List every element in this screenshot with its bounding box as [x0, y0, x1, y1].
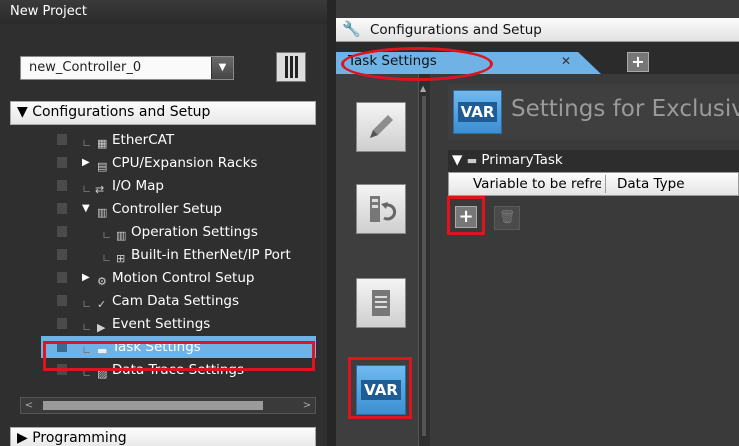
- tree-item-motion-control[interactable]: ▶ ⚙ Motion Control Setup: [10, 267, 316, 289]
- tree-item-ethernet-ip-port[interactable]: ∟ ⊞ Built-in EtherNet/IP Port: [10, 244, 316, 266]
- highlight-var-button: [348, 357, 412, 419]
- column-data-type[interactable]: Data Type: [617, 176, 685, 192]
- var-icon-large: VAR: [453, 90, 502, 134]
- tree-item-operation-settings[interactable]: ∟ ▥ Operation Settings: [10, 221, 316, 243]
- scroll-left-icon[interactable]: <: [21, 398, 37, 413]
- tree-item-cpu-racks[interactable]: ▶ ▤ CPU/Expansion Racks: [10, 152, 316, 174]
- controller-select[interactable]: new_Controller_0 ▼: [20, 56, 234, 80]
- table-header: Variable to be refreshed Data Type: [448, 172, 739, 196]
- pencil-icon: [370, 115, 393, 138]
- section-config[interactable]: ▼ Configurations and Setup: [10, 101, 316, 125]
- edit-tool-button[interactable]: [356, 102, 406, 152]
- tree-item-cam-data[interactable]: ∟ ✓ Cam Data Settings: [10, 290, 316, 312]
- controller-select-value: new_Controller_0: [29, 60, 142, 75]
- wrench-icon: 🔧: [342, 20, 361, 38]
- highlight-task-settings: [43, 341, 315, 371]
- collapse-arrow-icon[interactable]: ▼: [82, 198, 90, 220]
- project-title: New Project: [0, 0, 327, 24]
- pane-splitter[interactable]: [327, 0, 336, 446]
- transfer-icon: [370, 196, 397, 222]
- section-programming-label: Programming: [32, 430, 127, 446]
- expand-arrow-icon[interactable]: ▶: [82, 152, 90, 174]
- project-pane: New Project new_Controller_0 ▼ ▼ Configu…: [0, 0, 327, 446]
- controller-row: new_Controller_0 ▼: [0, 40, 327, 92]
- expand-arrow-icon: ▶: [17, 430, 33, 446]
- collapse-arrow-icon[interactable]: ▼: [452, 152, 462, 168]
- list-tool-button[interactable]: [356, 278, 406, 328]
- scroll-right-icon[interactable]: >: [299, 398, 315, 413]
- expand-arrow-icon[interactable]: ▶: [82, 267, 90, 289]
- add-tab-button[interactable]: +: [627, 52, 649, 72]
- panel-heading: Settings for Exclusive: [511, 96, 739, 122]
- tree-item-ethercat[interactable]: ∟ ▦ EtherCAT: [10, 129, 316, 151]
- controller-icon[interactable]: [276, 52, 306, 82]
- document-list-icon: [372, 290, 390, 316]
- scroll-up-icon[interactable]: ▲: [420, 84, 429, 96]
- group-primarytask[interactable]: ▼ ▬ PrimaryTask: [448, 150, 739, 172]
- folder-icon: ▬: [466, 154, 478, 167]
- close-icon[interactable]: ✕: [561, 54, 571, 68]
- tree-item-io-map[interactable]: ∟ ⇄ I/O Map: [10, 175, 316, 197]
- group-label: PrimaryTask: [481, 152, 563, 168]
- tree-item-event-settings[interactable]: ∟ ▶ Event Settings: [10, 313, 316, 335]
- vertical-scrollbar[interactable]: ▲: [418, 74, 430, 446]
- tree-item-controller-setup[interactable]: ▼ ▥ Controller Setup: [10, 198, 316, 220]
- chevron-down-icon[interactable]: ▼: [211, 57, 233, 79]
- transfer-tool-button[interactable]: [356, 184, 406, 234]
- highlight-add-button: [447, 196, 485, 235]
- column-variable[interactable]: Variable to be refreshed: [473, 176, 601, 192]
- section-programming[interactable]: ▶ Programming: [10, 427, 316, 446]
- section-config-label: Configurations and Setup: [32, 104, 211, 120]
- horizontal-scrollbar[interactable]: < >: [20, 397, 316, 414]
- scroll-thumb[interactable]: [43, 401, 263, 410]
- editor-title-bar: 🔧 Configurations and Setup: [336, 18, 739, 42]
- expand-arrow-icon: ▼: [17, 104, 33, 120]
- highlight-tab: [341, 47, 493, 81]
- editor-title: Configurations and Setup: [370, 22, 542, 38]
- delete-variable-button[interactable]: 🗑: [494, 206, 520, 230]
